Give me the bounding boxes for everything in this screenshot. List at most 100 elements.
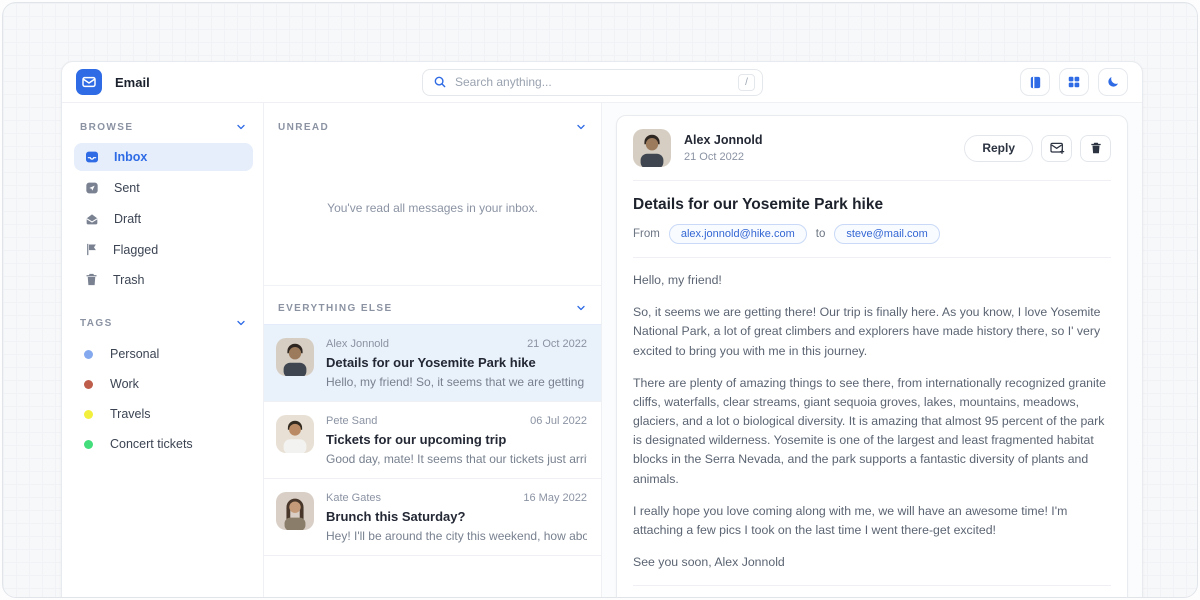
from-label: From [633, 228, 660, 240]
email-preview: Hey! I'll be around the city this weeken… [326, 529, 587, 543]
tag-item-travels[interactable]: Travels [74, 399, 253, 429]
sender-info: Alex Jonnold 21 Oct 2022 [684, 133, 762, 163]
email-sender: Pete Sand [326, 415, 377, 427]
book-button[interactable] [1020, 68, 1050, 96]
email-sender: Alex Jonnold [326, 338, 389, 350]
body-paragraph: So, it seems we are getting there! Our t… [633, 303, 1111, 361]
detail-subject: Details for our Yosemite Park hike [633, 196, 1111, 214]
search-icon [433, 75, 447, 89]
draft-icon [84, 211, 100, 227]
tag-color-dot [84, 350, 93, 359]
unread-section-header: UNREAD [264, 103, 601, 143]
detail-actions: Reply [964, 135, 1111, 162]
avatar [633, 129, 671, 167]
avatar [276, 415, 314, 453]
attachments-section: Attachments [633, 585, 1111, 598]
chevron-down-icon[interactable] [575, 121, 587, 133]
email-app-window: Email / [61, 61, 1143, 598]
sidebar-item-draft[interactable]: Draft [74, 205, 253, 233]
tag-color-dot [84, 410, 93, 419]
sent-icon [84, 180, 100, 196]
chevron-down-icon[interactable] [575, 302, 587, 314]
body-paragraph: There are plenty of amazing things to se… [633, 374, 1111, 489]
email-meta: Kate Gates 16 May 2022 Brunch this Satur… [326, 492, 587, 543]
tag-label: Personal [110, 347, 159, 361]
to-label: to [816, 228, 826, 240]
email-sender: Kate Gates [326, 492, 381, 504]
email-date: 21 Oct 2022 [527, 338, 587, 350]
mail-plus-icon [1049, 140, 1065, 156]
sidebar-item-label: Flagged [113, 243, 158, 257]
body-paragraph: I really hope you love coming along with… [633, 502, 1111, 540]
body-paragraph: Hello, my friend! [633, 271, 1111, 290]
main-columns: BROWSE Inbox Sent [62, 103, 1142, 598]
sidebar: BROWSE Inbox Sent [62, 103, 264, 598]
unread-empty-message: You've read all messages in your inbox. [264, 143, 601, 273]
dark-mode-button[interactable] [1098, 68, 1128, 96]
detail-date: 21 Oct 2022 [684, 151, 762, 163]
apps-grid-icon [1067, 75, 1081, 89]
tags-section-header: TAGS [74, 311, 253, 339]
tags-section: TAGS Personal Work [74, 311, 253, 459]
tag-label: Concert tickets [110, 437, 193, 451]
unread-label: UNREAD [278, 122, 329, 133]
tag-label: Work [110, 377, 139, 391]
email-subject: Tickets for our upcoming trip [326, 432, 587, 447]
from-email-chip[interactable]: alex.jonnold@hike.com [669, 224, 807, 244]
mail-list-panel: UNREAD You've read all messages in your … [264, 103, 602, 598]
sidebar-item-label: Inbox [114, 150, 147, 164]
sidebar-item-flagged[interactable]: Flagged [74, 236, 253, 263]
email-date: 06 Jul 2022 [530, 415, 587, 427]
tag-color-dot [84, 380, 93, 389]
forward-mail-button[interactable] [1041, 135, 1072, 162]
topbar-actions [1020, 68, 1128, 96]
email-subject: Brunch this Saturday? [326, 509, 587, 524]
desktop-background: Email / [2, 2, 1198, 598]
everything-else-section-header: EVERYTHING ELSE [264, 285, 601, 324]
body-paragraph: See you soon, Alex Jonnold [633, 553, 1111, 572]
email-detail-card: Alex Jonnold 21 Oct 2022 Reply [616, 115, 1128, 598]
from-to-row: From alex.jonnold@hike.com to steve@mail… [633, 224, 1111, 258]
apps-grid-button[interactable] [1059, 68, 1089, 96]
sidebar-item-inbox[interactable]: Inbox [74, 143, 253, 171]
browse-label: BROWSE [80, 122, 133, 133]
detail-header: Alex Jonnold 21 Oct 2022 Reply [633, 129, 1111, 181]
search-input[interactable] [455, 75, 730, 89]
topbar: Email / [62, 62, 1142, 103]
app-title: Email [115, 75, 150, 90]
email-subject: Details for our Yosemite Park hike [326, 355, 587, 370]
reading-pane: Alex Jonnold 21 Oct 2022 Reply [602, 103, 1142, 598]
tag-item-concert-tickets[interactable]: Concert tickets [74, 429, 253, 459]
email-list-item[interactable]: Pete Sand 06 Jul 2022 Tickets for our up… [264, 402, 601, 479]
tag-item-personal[interactable]: Personal [74, 339, 253, 369]
avatar [276, 338, 314, 376]
email-date: 16 May 2022 [523, 492, 587, 504]
email-meta: Pete Sand 06 Jul 2022 Tickets for our up… [326, 415, 587, 466]
sidebar-item-sent[interactable]: Sent [74, 174, 253, 202]
email-list-item[interactable]: Alex Jonnold 21 Oct 2022 Details for our… [264, 324, 601, 402]
sidebar-item-label: Draft [114, 212, 141, 226]
search-bar[interactable]: / [422, 69, 763, 96]
moon-icon [1106, 75, 1120, 89]
email-meta: Alex Jonnold 21 Oct 2022 Details for our… [326, 338, 587, 389]
email-preview: Good day, mate! It seems that our ticket… [326, 452, 587, 466]
delete-button[interactable] [1080, 135, 1111, 162]
flag-icon [84, 242, 99, 257]
chevron-down-icon[interactable] [235, 317, 247, 329]
sidebar-item-trash[interactable]: Trash [74, 266, 253, 293]
chevron-down-icon[interactable] [235, 121, 247, 133]
to-email-chip[interactable]: steve@mail.com [834, 224, 939, 244]
tag-item-work[interactable]: Work [74, 369, 253, 399]
email-preview: Hello, my friend! So, it seems that we a… [326, 375, 587, 389]
tag-color-dot [84, 440, 93, 449]
reply-button[interactable]: Reply [964, 135, 1033, 162]
detail-sender-name: Alex Jonnold [684, 133, 762, 147]
sidebar-item-label: Trash [113, 273, 145, 287]
email-body: Hello, my friend! So, it seems we are ge… [633, 258, 1111, 572]
email-list-item[interactable]: Kate Gates 16 May 2022 Brunch this Satur… [264, 479, 601, 556]
book-icon [1028, 75, 1043, 90]
avatar [276, 492, 314, 530]
search-shortcut-badge: / [738, 74, 755, 91]
tags-label: TAGS [80, 318, 113, 329]
everything-else-label: EVERYTHING ELSE [278, 303, 393, 314]
